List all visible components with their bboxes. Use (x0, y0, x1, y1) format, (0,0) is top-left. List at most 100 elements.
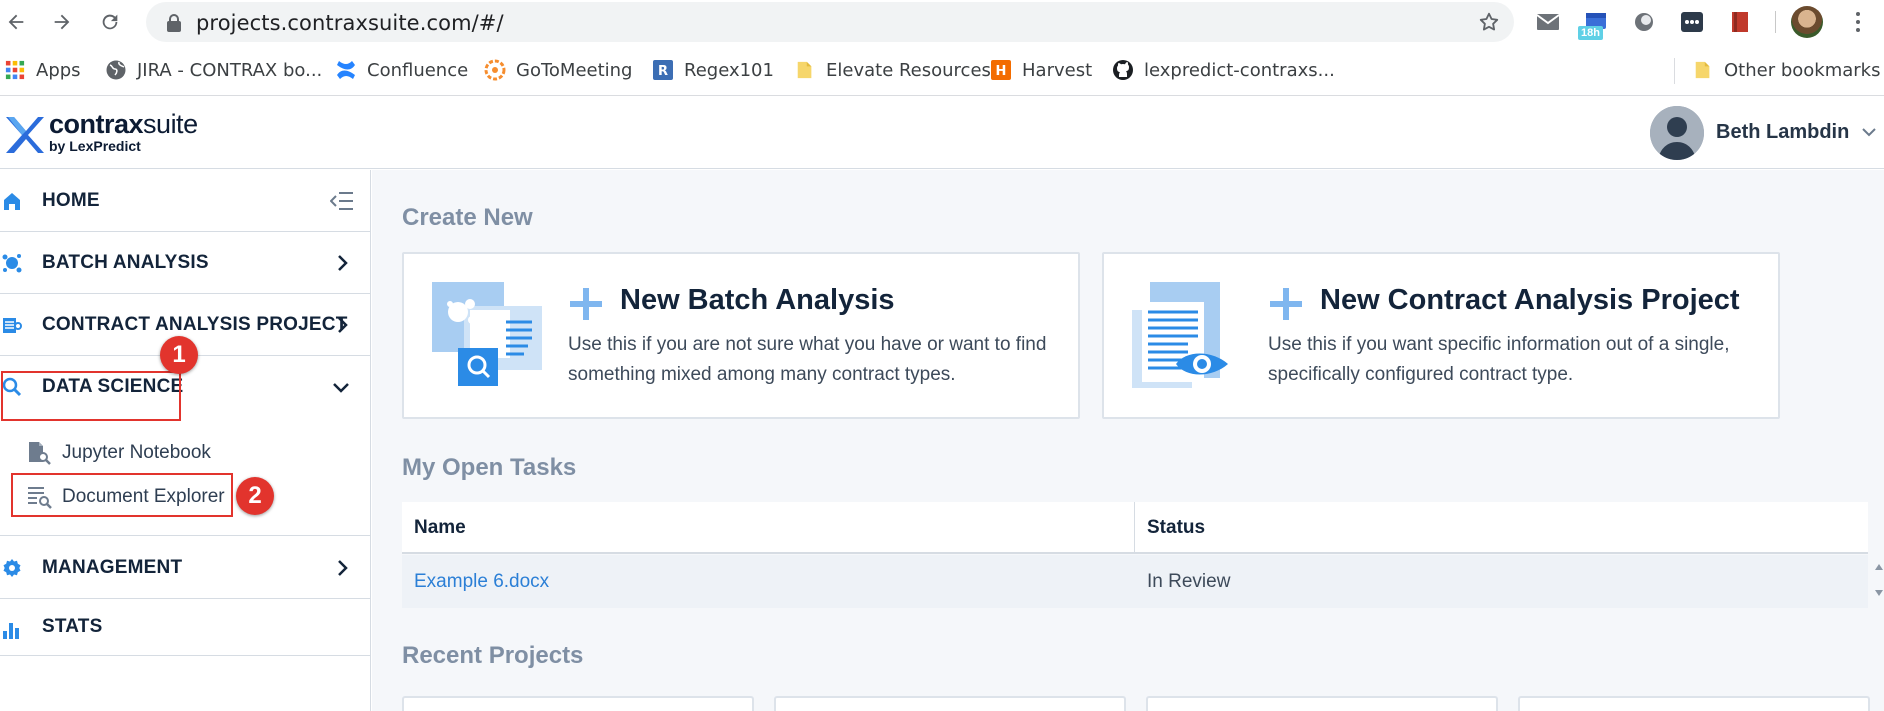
browser-menu-icon[interactable] (1848, 10, 1868, 34)
task-name-link[interactable]: Example 6.docx (414, 571, 549, 593)
bookmark-regex101[interactable]: R Regex101 (652, 58, 774, 82)
address-bar[interactable]: projects.contraxsuite.com/#/ (146, 2, 1514, 42)
reload-button[interactable] (96, 8, 124, 36)
harvest-icon: H (990, 59, 1012, 81)
bookmark-label: Confluence (367, 59, 469, 81)
extension-badge: 18h (1578, 26, 1603, 40)
url-text: projects.contraxsuite.com/#/ (196, 11, 504, 35)
user-avatar[interactable] (1650, 106, 1704, 160)
callout-badge-2: 2 (236, 477, 274, 515)
table-row[interactable]: Example 6.docx In Review (402, 555, 1868, 608)
table-header: Name Status (402, 502, 1868, 554)
bookmark-label: Elevate Resources (826, 59, 991, 81)
forward-button[interactable] (48, 8, 76, 36)
gear-icon (3, 559, 21, 577)
card-description: Use this if you are not sure what you ha… (568, 334, 1047, 385)
svg-text:R: R (658, 64, 668, 79)
card-description: Use this if you want specific informatio… (1268, 334, 1730, 385)
book-icon (1732, 12, 1748, 32)
sidebar-subitem-label: Jupyter Notebook (62, 442, 211, 463)
column-header-name[interactable]: Name (414, 517, 466, 539)
bookmark-github[interactable]: lexpredict-contraxs... (1112, 58, 1335, 82)
sidebar-item-home[interactable]: HOME (0, 170, 370, 232)
chevron-right-icon (338, 560, 348, 576)
table-scrollbar[interactable] (1874, 554, 1884, 606)
new-batch-analysis-card[interactable]: New Batch Analysis Use this if you are n… (402, 252, 1080, 419)
bookmark-star-icon[interactable] (1478, 11, 1500, 33)
sidebar: HOME BATCH ANALYSIS CONTRACT ANALYSIS PR… (0, 170, 371, 711)
create-new-heading: Create New (402, 204, 533, 231)
sidebar-item-label: MANAGEMENT (42, 557, 183, 578)
chevron-right-icon (338, 255, 348, 271)
sidebar-item-stats[interactable]: STATS (0, 599, 370, 656)
contract-analysis-illustration-icon (1132, 282, 1228, 388)
bookmark-gotomeeting[interactable]: GoToMeeting (484, 58, 632, 82)
apps-grid-icon (4, 59, 26, 81)
app-header: contraxsuite by LexPredict Beth Lambdin (0, 97, 1884, 169)
my-open-tasks-heading: My Open Tasks (402, 454, 577, 481)
sidebar-item-label: STATS (42, 616, 103, 637)
brand-title: contraxsuite (49, 109, 198, 139)
card-title: New Batch Analysis (620, 284, 895, 316)
batch-analysis-illustration-icon (432, 282, 542, 386)
task-status: In Review (1147, 571, 1231, 592)
new-contract-analysis-project-card[interactable]: New Contract Analysis Project Use this i… (1102, 252, 1780, 419)
notebook-icon (29, 442, 51, 465)
lock-icon (167, 14, 181, 32)
column-header-status[interactable]: Status (1147, 517, 1205, 539)
plus-icon (1270, 288, 1302, 320)
bookmark-label: Regex101 (684, 59, 774, 81)
sidebar-subitem-jupyter-notebook[interactable]: Jupyter Notebook (26, 438, 211, 468)
browser-toolbar: projects.contraxsuite.com/#/ 18h (0, 0, 1884, 44)
bookmark-label: Harvest (1022, 59, 1093, 81)
contraxsuite-logo-icon[interactable] (4, 115, 44, 155)
batch-analysis-icon (2, 254, 22, 273)
recent-project-card[interactable] (1518, 696, 1870, 711)
circle-icon (1635, 13, 1653, 31)
recent-project-card[interactable] (1146, 696, 1498, 711)
gmail-extension[interactable] (1534, 8, 1562, 36)
regex101-icon: R (652, 59, 674, 81)
plus-icon (570, 288, 602, 320)
browser-profile-avatar[interactable] (1791, 6, 1823, 38)
bookmark-label: Apps (36, 59, 81, 81)
brand-subtitle: by LexPredict (49, 138, 141, 154)
callout-badge-1: 1 (160, 336, 198, 374)
bookmarks-bar: Apps JIRA - CONTRAX bo... Confluence GoT… (0, 44, 1884, 96)
password-dots-icon (1681, 12, 1703, 32)
callout-box-1 (1, 371, 181, 421)
circle-extension[interactable] (1630, 8, 1658, 36)
folder-icon (794, 59, 816, 81)
folder-icon (1692, 59, 1714, 81)
bookmark-jira[interactable]: JIRA - CONTRAX bo... (105, 58, 322, 82)
home-icon (4, 193, 20, 210)
bookmark-harvest[interactable]: H Harvest (990, 58, 1092, 82)
bookmark-apps[interactable]: Apps (4, 58, 81, 82)
bookmark-other[interactable]: Other bookmarks (1692, 58, 1880, 82)
bookmark-label: GoToMeeting (516, 59, 633, 81)
back-button[interactable] (2, 8, 30, 36)
gotomeeting-icon (484, 59, 506, 81)
sidebar-item-management[interactable]: MANAGEMENT (0, 537, 370, 599)
globe-icon (105, 59, 127, 81)
bookmark-elevate-resources[interactable]: Elevate Resources (794, 58, 991, 82)
contract-analysis-icon (3, 318, 22, 333)
collapse-sidebar-icon[interactable] (330, 191, 354, 211)
bookmarks-divider (1674, 58, 1675, 84)
recent-project-card[interactable] (402, 696, 754, 711)
back-arrow-icon (8, 14, 24, 30)
card-title: New Contract Analysis Project (1320, 284, 1740, 316)
book-extension[interactable] (1726, 8, 1754, 36)
bookmark-label: lexpredict-contraxs... (1144, 59, 1335, 81)
bookmark-confluence[interactable]: Confluence (335, 58, 468, 82)
user-name[interactable]: Beth Lambdin (1716, 121, 1849, 144)
sidebar-item-batch-analysis[interactable]: BATCH ANALYSIS (0, 232, 370, 294)
recent-project-card[interactable] (774, 696, 1126, 711)
chevron-down-icon[interactable] (1862, 127, 1876, 137)
lastpass-extension[interactable] (1678, 8, 1706, 36)
bookmark-label: JIRA - CONTRAX bo... (137, 59, 323, 81)
forward-arrow-icon (54, 14, 70, 30)
svg-text:H: H (996, 64, 1007, 79)
chevron-down-icon (333, 383, 349, 393)
callout-box-2 (11, 473, 233, 517)
